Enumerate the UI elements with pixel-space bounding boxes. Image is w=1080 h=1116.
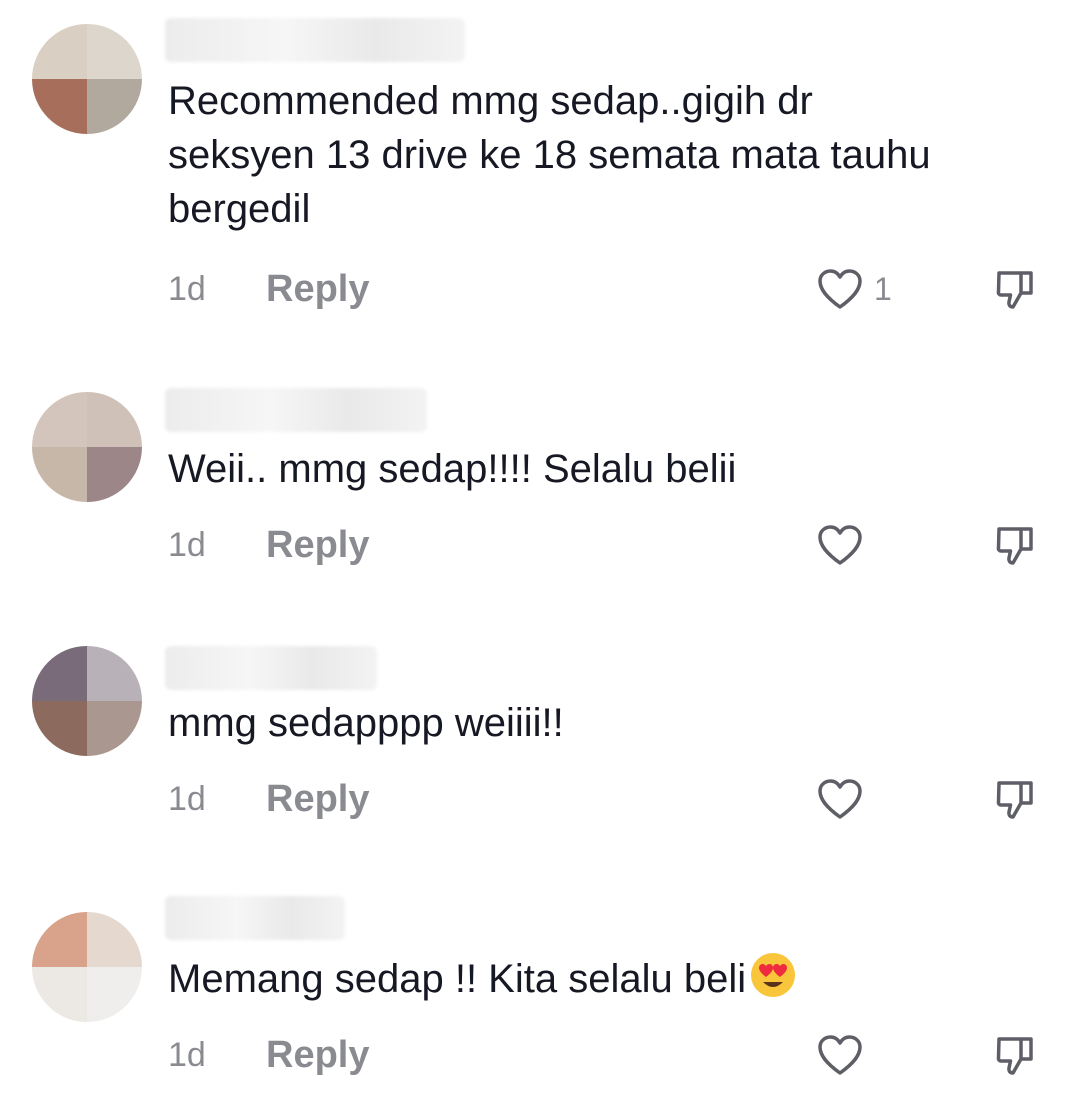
comment-time: 1d xyxy=(168,779,206,818)
like-count: 1 xyxy=(874,270,892,307)
comment-meta: 1d Reply xyxy=(168,1030,369,1080)
dislike-button[interactable] xyxy=(990,264,1040,314)
like-button[interactable]: 1 xyxy=(816,264,892,314)
comment-text-content: Memang sedap !! Kita selalu beli xyxy=(168,957,747,1001)
heart-icon xyxy=(818,525,862,565)
dislike-button[interactable] xyxy=(990,774,1040,824)
reply-button[interactable]: Reply xyxy=(266,778,369,821)
comment-text: Weii.. mmg sedap!!!! Selalu belii xyxy=(168,447,737,491)
avatar[interactable] xyxy=(32,392,142,502)
username-redacted xyxy=(165,896,345,940)
dislike-button[interactable] xyxy=(990,1030,1040,1080)
like-button[interactable] xyxy=(816,774,874,824)
heart-icon xyxy=(818,269,862,309)
like-button[interactable] xyxy=(816,1030,874,1080)
avatar[interactable] xyxy=(32,24,142,134)
username-redacted xyxy=(165,646,377,690)
comment-text: mmg sedapppp weiiii!! xyxy=(168,701,564,745)
comment-text: Memang sedap !! Kita selalu beli xyxy=(168,950,968,1006)
comment-time: 1d xyxy=(168,1035,206,1074)
username-redacted xyxy=(165,388,427,432)
heart-eyes-emoji-icon xyxy=(751,953,796,997)
thumbs-down-icon xyxy=(996,271,1033,309)
reply-button[interactable]: Reply xyxy=(266,268,369,311)
heart-icon xyxy=(818,1035,862,1075)
reply-button[interactable]: Reply xyxy=(266,1034,369,1077)
heart-icon xyxy=(818,779,862,819)
comment-meta: 1d Reply xyxy=(168,774,369,824)
thumbs-down-icon xyxy=(996,1037,1033,1075)
avatar[interactable] xyxy=(32,646,142,756)
thumbs-down-icon xyxy=(996,781,1033,819)
username-redacted xyxy=(165,18,465,62)
comment-meta: 1d Reply xyxy=(168,264,369,314)
thumbs-down-icon xyxy=(996,527,1033,565)
like-button[interactable] xyxy=(816,520,874,570)
avatar[interactable] xyxy=(32,912,142,1022)
comment-text: Recommended mmg sedap..gigih dr seksyen … xyxy=(168,79,931,231)
comment-time: 1d xyxy=(168,269,206,308)
comment-time: 1d xyxy=(168,525,206,564)
reply-button[interactable]: Reply xyxy=(266,524,369,567)
dislike-button[interactable] xyxy=(990,520,1040,570)
comment-meta: 1d Reply xyxy=(168,520,369,570)
